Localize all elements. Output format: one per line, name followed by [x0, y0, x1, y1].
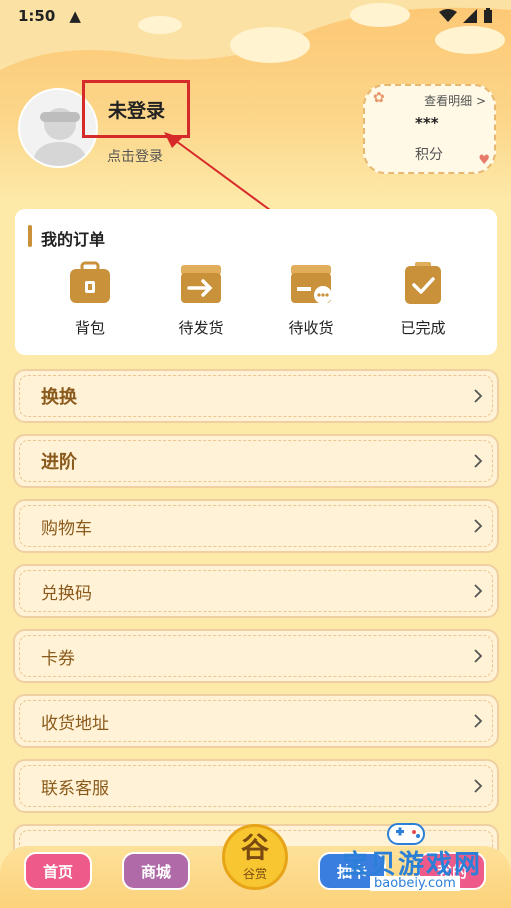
menu-address-label: 收货地址	[41, 713, 109, 734]
backpack-icon	[68, 261, 112, 305]
title-accent-bar	[28, 225, 32, 247]
menu-advance[interactable]: 进阶	[13, 434, 499, 488]
ship-icon	[179, 261, 223, 305]
chevron-right-icon	[474, 649, 483, 663]
status-bar: 1:50 ▲	[0, 0, 511, 32]
order-to-ship-label: 待发货	[178, 319, 224, 337]
battery-icon	[484, 8, 492, 23]
menu-customer-service[interactable]: 联系客服	[13, 759, 499, 813]
chevron-right-icon	[474, 454, 483, 468]
order-backpack-label: 背包	[74, 319, 105, 337]
orders-card: 我的订单 背包 待发货 待收货 已完成	[15, 209, 497, 355]
order-completed[interactable]: 已完成	[383, 261, 463, 338]
chevron-right-icon	[474, 714, 483, 728]
status-time: 1:50	[18, 7, 56, 25]
signal-icon	[463, 9, 477, 23]
completed-icon	[401, 261, 445, 305]
order-completed-label: 已完成	[400, 319, 446, 337]
menu-redeem-code-label: 兑换码	[41, 583, 92, 604]
watermark-url: baobeiy.com	[370, 876, 460, 891]
heart-icon: ♥	[478, 153, 490, 168]
annotation-arrow	[164, 132, 271, 211]
orders-title: 我的订单	[41, 230, 106, 249]
nav-gushang-label: 谷赏	[242, 867, 267, 881]
nav-gushang-glyph: 谷	[240, 831, 269, 864]
wifi-icon	[439, 9, 457, 22]
nav-home[interactable]: 首页	[24, 852, 92, 890]
view-detail-link[interactable]: 查看明细 >	[424, 92, 486, 109]
flower-icon: ✿	[373, 90, 385, 106]
login-link[interactable]: 点击登录	[107, 146, 163, 166]
warning-icon: ▲	[69, 7, 81, 25]
order-to-ship[interactable]: 待发货	[161, 261, 241, 338]
menu-coupons[interactable]: 卡券	[13, 629, 499, 683]
chevron-right-icon	[474, 519, 483, 533]
menu-exchange-label: 换换	[41, 387, 77, 408]
nav-mall[interactable]: 商城	[122, 852, 190, 890]
chevron-right-icon	[474, 389, 483, 403]
menu-cart-label: 购物车	[41, 518, 92, 539]
menu-coupons-label: 卡券	[41, 648, 75, 669]
chevron-right-icon	[474, 779, 483, 793]
menu-customer-service-label: 联系客服	[41, 778, 109, 799]
menu-address[interactable]: 收货地址	[13, 694, 499, 748]
nav-gushang[interactable]: 谷 谷赏	[222, 824, 288, 890]
order-to-receive[interactable]: 待收货	[271, 261, 351, 338]
menu-advance-label: 进阶	[41, 452, 77, 473]
chevron-right-icon	[474, 584, 483, 598]
order-backpack[interactable]: 背包	[50, 261, 130, 338]
order-to-receive-label: 待收货	[288, 319, 334, 337]
points-value: ***	[415, 114, 439, 132]
points-card[interactable]: ✿ 查看明细 > *** 积分 ♥	[363, 84, 496, 174]
menu-exchange[interactable]: 换换	[13, 369, 499, 423]
menu-cart[interactable]: 购物车	[13, 499, 499, 553]
points-label: 积分	[415, 147, 443, 163]
gamepad-icon	[387, 823, 425, 845]
receive-icon	[289, 261, 333, 305]
watermark: 宝贝游戏网 baobeiy.com	[330, 818, 510, 898]
menu-redeem-code[interactable]: 兑换码	[13, 564, 499, 618]
